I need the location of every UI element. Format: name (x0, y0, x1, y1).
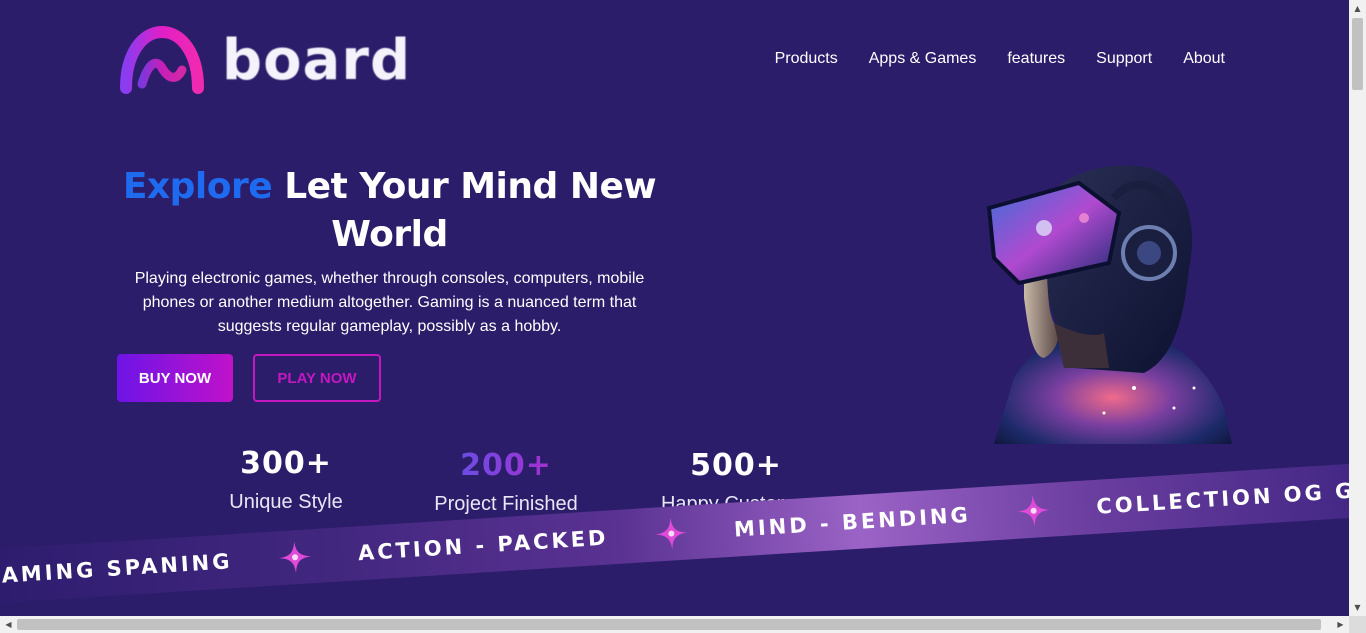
stat-value: 200+ (416, 448, 596, 483)
horizontal-scroll-thumb[interactable] (17, 619, 1321, 630)
hero-description: Playing electronic games, whether throug… (134, 270, 645, 335)
logo-text: board (222, 27, 412, 93)
horizontal-scrollbar[interactable]: ◀ ▶ (0, 616, 1349, 633)
scroll-right-arrow-icon[interactable]: ▶ (1332, 616, 1349, 633)
stat-project-finished: 200+ Project Finished (416, 448, 596, 516)
stat-value: 300+ (240, 446, 332, 481)
hero-title: Explore Let Your Mind New World (117, 163, 662, 259)
buy-now-button[interactable]: BUY NOW (117, 354, 233, 402)
stat-unique-style: 300+ Unique Style (206, 446, 366, 514)
main-nav: Products Apps & Games features Support A… (775, 50, 1225, 68)
ribbon-item: ACTION - PACKED (357, 525, 610, 566)
scroll-up-arrow-icon[interactable]: ▲ (1349, 0, 1366, 17)
vertical-scrollbar[interactable]: ▲ ▼ (1349, 0, 1366, 616)
hero-title-rest: Let Your Mind New World (284, 166, 657, 255)
scroll-down-arrow-icon[interactable]: ▼ (1349, 599, 1366, 616)
nav-features[interactable]: features (1007, 50, 1065, 68)
ribbon-item: MIND - BENDING (733, 502, 972, 542)
scroll-left-arrow-icon[interactable]: ◀ (0, 616, 17, 633)
board-arch-logo-icon (120, 25, 204, 94)
sparkle-star-icon (279, 541, 312, 574)
play-now-button[interactable]: PLAY NOW (253, 354, 381, 402)
nav-products[interactable]: Products (775, 50, 838, 68)
stat-value: 500+ (690, 448, 782, 483)
vertical-scroll-thumb[interactable] (1352, 18, 1363, 90)
sparkle-star-icon (1017, 494, 1050, 527)
nav-support[interactable]: Support (1096, 50, 1152, 68)
nav-apps-games[interactable]: Apps & Games (869, 50, 977, 68)
site-logo[interactable]: board (116, 24, 411, 96)
vr-headset-person-image (986, 165, 1232, 444)
ribbon-item: COLLECTION OG GA (1095, 477, 1349, 519)
ribbon-item: AMING SPANING (0, 549, 234, 588)
stat-label: Unique Style (229, 491, 343, 513)
page-viewport: board Products Apps & Games features Sup… (0, 0, 1349, 616)
scrollbar-corner (1349, 616, 1366, 633)
nav-about[interactable]: About (1183, 50, 1225, 68)
sparkle-star-icon (655, 517, 688, 550)
hero-title-accent: Explore (122, 166, 273, 207)
